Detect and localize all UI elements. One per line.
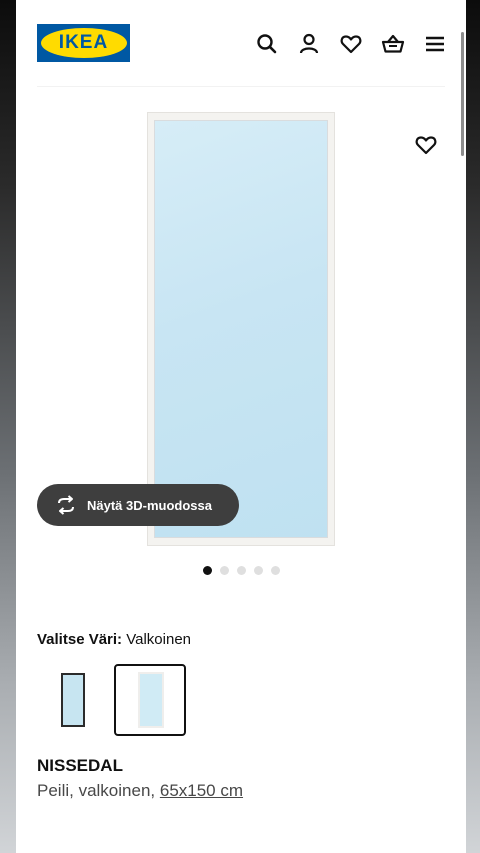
carousel-dot[interactable]	[254, 566, 263, 575]
carousel-dot[interactable]	[203, 566, 212, 575]
ikea-logo[interactable]: IKEA	[37, 24, 130, 62]
color-value: Valkoinen	[126, 631, 192, 648]
heart-icon[interactable]	[338, 31, 364, 57]
color-label-title: Valitse Väri:	[37, 631, 123, 648]
menu-icon[interactable]	[422, 31, 448, 57]
carousel-dot[interactable]	[220, 566, 229, 575]
logo-text: IKEA	[58, 32, 109, 53]
add-to-favorites-heart-icon[interactable]	[413, 132, 439, 158]
basket-icon[interactable]	[380, 31, 406, 57]
logo-oval: IKEA	[40, 28, 127, 58]
view-3d-button[interactable]: Näytä 3D-muodossa	[37, 484, 239, 526]
product-image[interactable]	[147, 112, 335, 546]
white-mirror-thumbnail	[138, 672, 164, 728]
carousel-dot[interactable]	[237, 566, 246, 575]
header: IKEA	[16, 0, 466, 88]
rotate-3d-icon	[55, 494, 77, 516]
carousel-dots	[203, 566, 280, 575]
header-divider	[37, 86, 445, 87]
product-page: IKEA Näytä 3D-muodossa Valitse Väri: Val…	[16, 0, 466, 853]
carousel-dot[interactable]	[271, 566, 280, 575]
product-description: Peili, valkoinen, 65x150 cm	[37, 781, 243, 801]
color-label: Valitse Väri: Valkoinen	[37, 631, 191, 648]
product-dimensions-link[interactable]: 65x150 cm	[160, 781, 243, 800]
account-icon[interactable]	[296, 31, 322, 57]
mirror-glass	[154, 120, 328, 538]
product-type: Peili, valkoinen,	[37, 781, 156, 800]
product-name: NISSEDAL	[37, 756, 123, 775]
search-icon[interactable]	[254, 31, 280, 57]
view-3d-label: Näytä 3D-muodossa	[87, 497, 212, 513]
black-mirror-thumbnail	[61, 673, 85, 727]
